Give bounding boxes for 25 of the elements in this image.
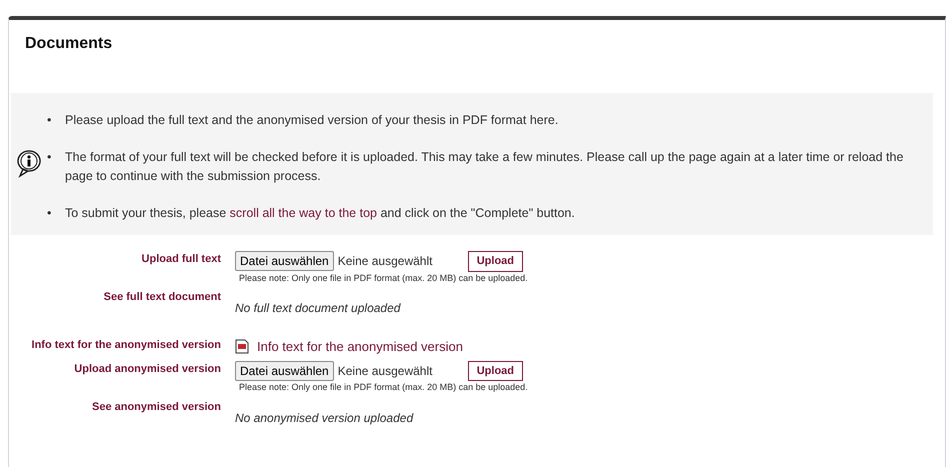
empty-message: No anonymised version uploaded <box>235 410 414 427</box>
field-label: See anonymised version <box>91 400 222 415</box>
scroll-link[interactable]: scroll all the way to the top <box>230 206 377 220</box>
info-text-link[interactable]: Info text for the anonymised version <box>257 337 463 357</box>
bullet-mark: • <box>47 205 52 222</box>
file-status: Keine ausgewählt <box>338 362 434 380</box>
empty-message: No full text document uploaded <box>235 300 400 318</box>
upload-note: Please note: Only one file in PDF format (max. 20 MB) can be uploaded. <box>239 272 528 285</box>
file-status: Keine ausgewählt <box>338 253 434 270</box>
field-label: Upload full text <box>140 252 222 268</box>
bullet-mark: • <box>47 112 52 130</box>
info-text: To submit your thesis, please scroll all the way to the top and click on the "Complete" button. <box>65 205 575 222</box>
upload-note: Please note: Only one file in PDF format (max. 20 MB) can be uploaded. <box>239 381 528 394</box>
upload-button[interactable]: Upload <box>468 360 524 382</box>
choose-file-button[interactable]: Datei auswählen <box>235 360 334 381</box>
pdf-file-icon <box>235 339 249 354</box>
bullet-mark: • <box>47 149 52 166</box>
field-label: Upload anonymised version <box>73 362 222 377</box>
field-label: Info text for the anonymised version <box>30 338 222 354</box>
field-label: See full text document <box>102 290 222 306</box>
choose-file-button[interactable]: Datei auswählen <box>235 251 334 272</box>
info-text: Please upload the full text and the anonymised version of your thesis in PDF format here. <box>65 112 558 130</box>
upload-button[interactable]: Upload <box>468 251 524 272</box>
info-text: The format of your full text will be checked before it is uploaded. This may take a few minutes. Please call up the page again at a later time or reload the page to continue with the submission process. <box>65 149 904 186</box>
panel-title: Documents <box>24 34 114 54</box>
